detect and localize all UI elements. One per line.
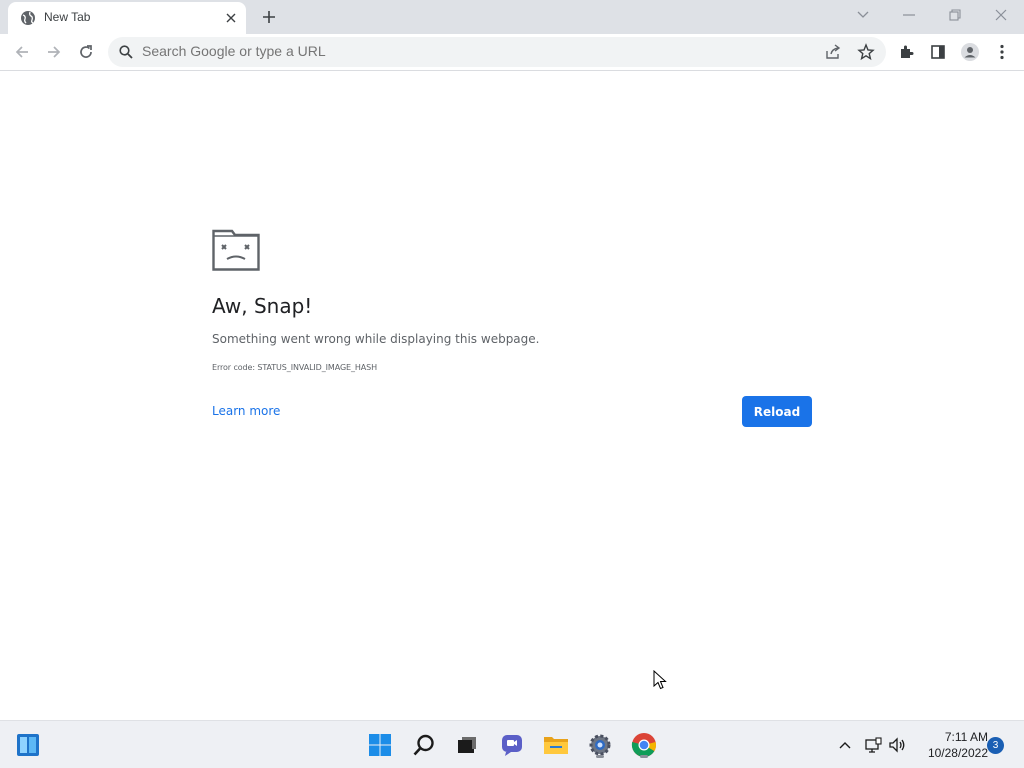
learn-more-link[interactable]: Learn more	[212, 404, 280, 418]
tab-strip: New Tab	[0, 0, 1024, 34]
clock-time: 7:11 AM	[944, 730, 988, 744]
menu-kebab-icon[interactable]	[988, 38, 1016, 66]
tab-new-tab[interactable]: New Tab	[8, 2, 246, 34]
volume-icon[interactable]	[886, 734, 908, 756]
error-message: Something went wrong while displaying th…	[212, 332, 540, 346]
close-window-icon[interactable]	[978, 0, 1024, 30]
running-indicator	[640, 755, 648, 758]
address-input[interactable]	[142, 43, 782, 59]
reload-button[interactable]: Reload	[742, 396, 812, 427]
start-icon[interactable]	[364, 729, 396, 761]
clock-date: 10/28/2022	[927, 746, 988, 760]
arrow-right-icon	[48, 46, 61, 58]
notification-badge[interactable]: 3	[987, 737, 1004, 754]
omnibox[interactable]	[108, 37, 886, 67]
tab-title: New Tab	[44, 10, 91, 24]
search-icon[interactable]	[408, 729, 440, 761]
tab-search-icon[interactable]	[840, 0, 886, 30]
running-indicator	[596, 755, 604, 758]
search-icon	[118, 44, 134, 60]
error-code: Error code: STATUS_INVALID_IMAGE_HASH	[212, 363, 378, 372]
settings-icon[interactable]	[584, 729, 616, 761]
new-tab-button[interactable]	[258, 6, 280, 28]
chat-icon[interactable]	[496, 729, 528, 761]
mouse-pointer-icon	[653, 669, 667, 690]
arrow-left-icon	[15, 46, 28, 58]
restore-icon[interactable]	[932, 0, 978, 30]
file-explorer-icon[interactable]	[540, 729, 572, 761]
taskbar: 7:11 AM 10/28/2022 3	[0, 720, 1024, 768]
extensions-icon[interactable]	[892, 38, 920, 66]
back-button[interactable]	[8, 38, 36, 66]
share-icon[interactable]	[824, 43, 842, 66]
reload-toolbar-button[interactable]	[72, 38, 100, 66]
system-clock[interactable]: 7:11 AM 10/28/2022	[912, 729, 988, 761]
bookmark-star-icon[interactable]	[857, 43, 875, 66]
browser-toolbar	[0, 34, 1024, 71]
widgets-icon[interactable]	[12, 729, 44, 761]
chevron-up-icon[interactable]	[834, 734, 856, 756]
task-view-icon[interactable]	[450, 729, 482, 761]
sad-tab-icon	[212, 229, 260, 271]
forward-button[interactable]	[40, 38, 68, 66]
profile-avatar-icon[interactable]	[956, 38, 984, 66]
globe-icon	[20, 10, 36, 26]
tab-close-icon[interactable]	[222, 9, 240, 27]
chrome-icon[interactable]	[628, 729, 660, 761]
network-icon[interactable]	[862, 734, 884, 756]
error-heading: Aw, Snap!	[212, 294, 313, 318]
side-panel-icon[interactable]	[924, 38, 952, 66]
minimize-icon[interactable]	[886, 0, 932, 30]
refresh-icon	[80, 45, 92, 58]
